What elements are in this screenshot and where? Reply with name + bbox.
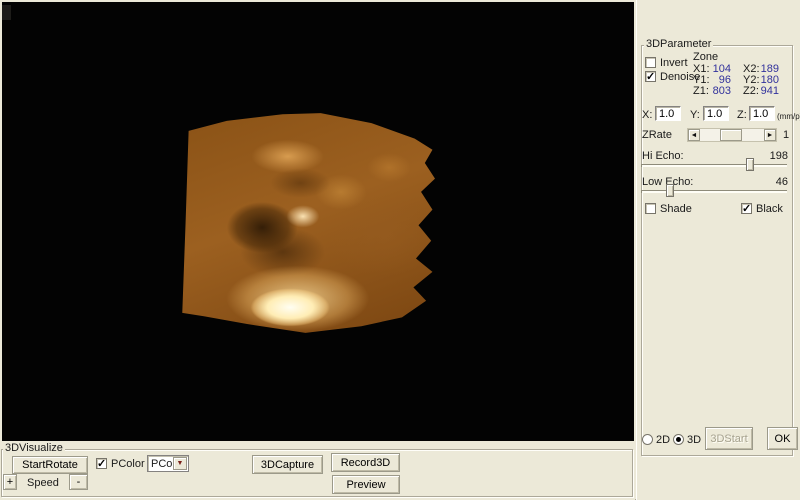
dropdown-arrow-icon[interactable]: ▼: [173, 457, 187, 470]
zrate-label: ZRate: [642, 130, 672, 141]
zrate-thumb[interactable]: [720, 129, 742, 141]
scale-z-input[interactable]: [749, 106, 775, 121]
zrate-value: 1: [783, 130, 789, 141]
visualize-panel: 3DVisualize StartRotate + Speed - PColor…: [0, 441, 635, 500]
mode-2d-label: 2D: [656, 435, 670, 446]
shade-label: Shade: [660, 204, 692, 215]
zrate-scrollbar[interactable]: ◄ ►: [687, 128, 777, 142]
parameter-panel: 3DParameter Invert Denoise Zone X1: 104 …: [636, 0, 800, 500]
scale-x-input[interactable]: [655, 106, 681, 121]
record-3d-button[interactable]: Record3D: [331, 453, 400, 472]
zone-z2-value: 941: [749, 86, 779, 97]
low-echo-thumb[interactable]: [666, 184, 674, 197]
mode-2d-radio[interactable]: [642, 434, 653, 445]
low-echo-track: [641, 190, 787, 193]
speed-label: Speed: [27, 478, 59, 489]
zrate-right-arrow-icon[interactable]: ►: [764, 129, 776, 141]
app-window: 3DParameter Invert Denoise Zone X1: 104 …: [0, 0, 800, 500]
pcolor-checkbox[interactable]: [96, 458, 107, 469]
pcolor-dropdown[interactable]: PColor ▼: [147, 455, 189, 472]
zone-z1-value: 803: [701, 86, 731, 97]
invert-checkbox[interactable]: [645, 57, 656, 68]
speed-plus-button[interactable]: +: [3, 474, 17, 490]
zrate-left-arrow-icon[interactable]: ◄: [688, 129, 700, 141]
capture-3d-button[interactable]: 3DCapture: [252, 455, 323, 474]
viewer-corner-artifact: [2, 5, 11, 20]
hi-echo-track: [641, 164, 787, 167]
parameter-group-label: 3DParameter: [644, 39, 713, 50]
black-checkbox[interactable]: [741, 203, 752, 214]
scale-x-label: X:: [642, 110, 652, 121]
speed-minus-button[interactable]: -: [69, 474, 88, 490]
zone-header: Zone: [693, 52, 718, 63]
scale-y-label: Y:: [690, 110, 700, 121]
shade-checkbox[interactable]: [645, 203, 656, 214]
hi-echo-thumb[interactable]: [746, 158, 754, 171]
scale-y-input[interactable]: [703, 106, 729, 121]
scale-z-label: Z:: [737, 110, 747, 121]
mode-3d-radio[interactable]: [673, 434, 684, 445]
black-label: Black: [756, 204, 783, 215]
low-echo-slider[interactable]: [641, 184, 787, 198]
preview-button[interactable]: Preview: [332, 475, 400, 494]
denoise-checkbox[interactable]: [645, 71, 656, 82]
start-rotate-button[interactable]: StartRotate: [12, 456, 88, 474]
visualize-group-label: 3DVisualize: [3, 443, 65, 454]
hi-echo-slider[interactable]: [641, 158, 787, 172]
scale-unit-label: (mm/p): [777, 111, 800, 122]
viewer-canvas[interactable]: [2, 2, 634, 441]
invert-label: Invert: [660, 58, 688, 69]
mode-3d-label: 3D: [687, 435, 701, 446]
ultrasound-render[interactable]: [181, 112, 435, 334]
start3d-button[interactable]: 3DStart: [705, 427, 753, 450]
ok-button[interactable]: OK: [767, 427, 798, 450]
pcolor-checkbox-label: PColor: [111, 459, 145, 470]
